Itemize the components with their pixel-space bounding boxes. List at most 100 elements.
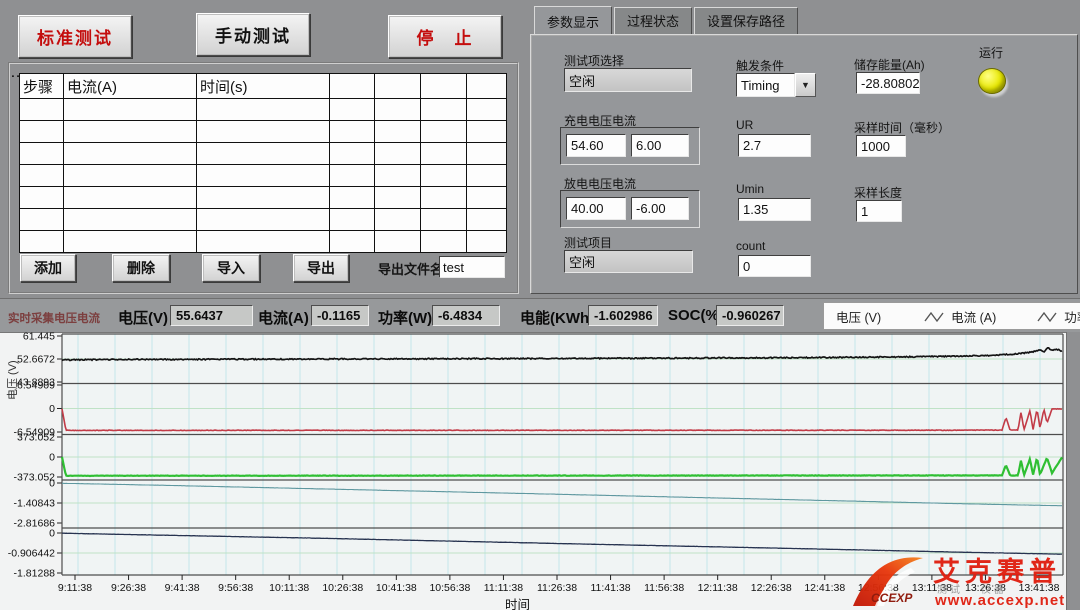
table-cell[interactable] [467, 209, 507, 231]
svg-text:13:26:38: 13:26:38 [965, 582, 1006, 594]
legend-item-current[interactable]: 电流 (A) [923, 307, 996, 326]
export-button[interactable]: 导出 [293, 254, 349, 282]
legend-item-voltage[interactable]: 电压 (V) [836, 307, 881, 326]
svg-text:9:26:38: 9:26:38 [111, 582, 146, 594]
stop-button[interactable]: 停 止 [388, 15, 502, 58]
table-cell[interactable] [421, 99, 467, 121]
table-row [20, 165, 507, 187]
col-header-empty [375, 74, 421, 99]
table-row [20, 231, 507, 253]
count-label: count [736, 239, 765, 253]
table-cell[interactable] [421, 121, 467, 143]
trigger-label: 触发条件 [736, 57, 784, 74]
table-cell[interactable] [375, 209, 421, 231]
sample-time-field[interactable]: 1000 [856, 135, 906, 157]
table-cell[interactable] [467, 231, 507, 253]
add-button[interactable]: 添加 [20, 254, 76, 282]
table-cell[interactable] [20, 187, 64, 209]
svg-text:6.54909: 6.54909 [17, 380, 55, 392]
trigger-value: Timing [736, 73, 795, 97]
svg-text:11:26:38: 11:26:38 [537, 582, 577, 594]
table-cell[interactable] [375, 165, 421, 187]
stored-energy-field: -28.80802 [856, 72, 920, 94]
table-cell[interactable] [467, 99, 507, 121]
table-cell[interactable] [64, 121, 197, 143]
discharge-voltage-field[interactable]: 40.00 [566, 197, 626, 220]
standard-test-button[interactable]: 标准测试 [18, 15, 132, 58]
table-cell[interactable] [467, 165, 507, 187]
delete-button[interactable]: 删除 [112, 254, 170, 282]
table-cell[interactable] [197, 121, 330, 143]
status-bar-title: 实时采集电压电流 [8, 310, 100, 326]
table-cell[interactable] [421, 231, 467, 253]
table-cell[interactable] [20, 143, 64, 165]
export-filename-input[interactable] [439, 256, 505, 278]
legend-item-power[interactable]: 功率 [1036, 307, 1080, 326]
table-cell[interactable] [421, 143, 467, 165]
table-cell[interactable] [197, 209, 330, 231]
table-cell[interactable] [64, 231, 197, 253]
table-cell[interactable] [467, 187, 507, 209]
table-cell[interactable] [330, 187, 375, 209]
power-readout-value: -6.4834 [432, 305, 500, 326]
table-cell[interactable] [197, 187, 330, 209]
sample-length-label: 采样长度 [854, 184, 902, 201]
charge-current-field[interactable]: 6.00 [631, 134, 689, 157]
table-cell[interactable] [421, 187, 467, 209]
table-cell[interactable] [20, 121, 64, 143]
table-cell[interactable] [64, 143, 197, 165]
table-header-row: 步骤 电流(A) 时间(s) [20, 74, 507, 99]
table-cell[interactable] [330, 165, 375, 187]
svg-text:52.6672: 52.6672 [17, 354, 55, 366]
table-cell[interactable] [64, 209, 197, 231]
chart-canvas: 61.44552.667243.88936.549090-6.54909373.… [0, 332, 1080, 610]
trigger-dropdown[interactable]: Timing ▼ [736, 73, 816, 97]
table-cell[interactable] [375, 99, 421, 121]
svg-text:373.052: 373.052 [17, 432, 55, 444]
ur-field[interactable]: 2.7 [738, 134, 811, 157]
table-cell[interactable] [375, 143, 421, 165]
svg-text:61.445: 61.445 [23, 332, 55, 343]
import-button[interactable]: 导入 [202, 254, 260, 282]
table-cell[interactable] [375, 187, 421, 209]
manual-test-button[interactable]: 手动测试 [196, 13, 310, 56]
table-cell[interactable] [330, 143, 375, 165]
table-cell[interactable] [467, 143, 507, 165]
table-cell[interactable] [64, 187, 197, 209]
table-cell[interactable] [375, 121, 421, 143]
tab-param-display[interactable]: 参数显示 [534, 6, 612, 35]
svg-text:10:56:38: 10:56:38 [429, 582, 470, 594]
table-cell[interactable] [330, 209, 375, 231]
table-cell[interactable] [20, 165, 64, 187]
discharge-current-field[interactable]: -6.00 [631, 197, 689, 220]
table-cell[interactable] [467, 121, 507, 143]
run-led-indicator [978, 68, 1006, 94]
table-cell[interactable] [197, 165, 330, 187]
table-cell[interactable] [197, 143, 330, 165]
umin-field[interactable]: 1.35 [738, 198, 811, 221]
svg-text:0: 0 [49, 478, 55, 490]
charge-voltage-field[interactable]: 54.60 [566, 134, 626, 157]
table-cell[interactable] [421, 209, 467, 231]
table-cell[interactable] [330, 121, 375, 143]
sample-length-field[interactable]: 1 [856, 200, 902, 222]
table-cell[interactable] [330, 99, 375, 121]
table-cell[interactable] [421, 165, 467, 187]
tab-save-path[interactable]: 设置保存路径 [694, 7, 798, 34]
table-cell[interactable] [20, 99, 64, 121]
test-select-field: 空闲 [564, 68, 692, 92]
table-cell[interactable] [20, 209, 64, 231]
table-cell[interactable] [330, 231, 375, 253]
table-cell[interactable] [64, 165, 197, 187]
param-tab-control: 参数显示 过程状态 设置保存路径 测试项选择 空闲 触发条件 Timing ▼ … [530, 8, 1078, 295]
table-cell[interactable] [375, 231, 421, 253]
voltage-readout-value: 55.6437 [170, 305, 253, 326]
dropdown-arrow-icon[interactable]: ▼ [795, 73, 816, 97]
table-cell[interactable] [197, 99, 330, 121]
legend-current-label: 电流 (A) [951, 307, 996, 326]
table-cell[interactable] [197, 231, 330, 253]
table-cell[interactable] [64, 99, 197, 121]
svg-text:13:41:38: 13:41:38 [1019, 582, 1060, 594]
tab-process-status[interactable]: 过程状态 [614, 7, 692, 34]
table-cell[interactable] [20, 231, 64, 253]
